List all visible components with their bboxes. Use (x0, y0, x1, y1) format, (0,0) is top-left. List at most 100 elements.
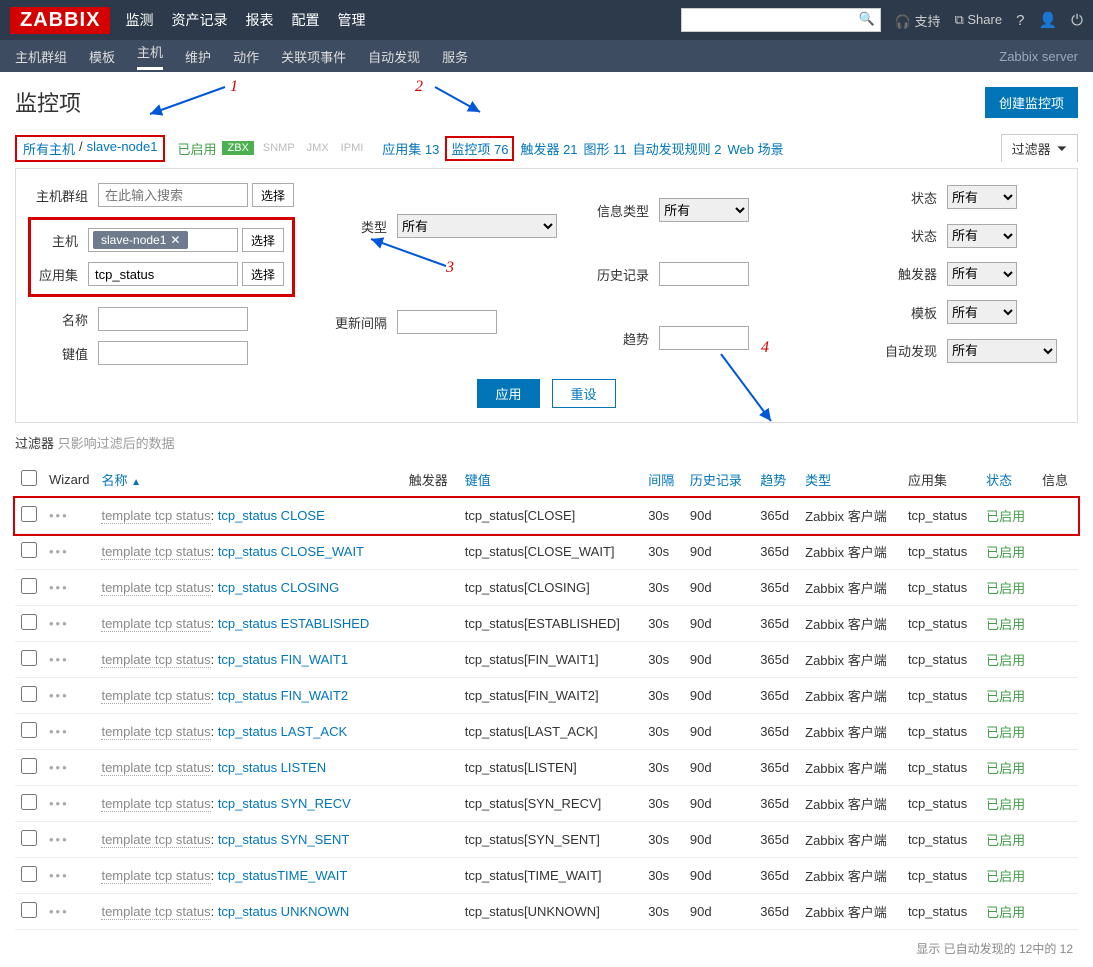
app-input[interactable] (88, 262, 238, 286)
graphs-link[interactable]: 图形 11 (584, 139, 627, 158)
template-prefix[interactable]: template tcp status (101, 904, 210, 920)
status-link[interactable]: 已启用 (986, 689, 1025, 704)
menu-item[interactable]: 配置 (291, 10, 319, 30)
subnav-item[interactable]: 维护 (185, 47, 211, 66)
key-input[interactable] (98, 341, 248, 365)
subnav-item[interactable]: 动作 (233, 47, 259, 66)
state-select[interactable]: 所有 (947, 185, 1017, 209)
template-select[interactable]: 所有 (947, 300, 1017, 324)
app-select-button[interactable]: 选择 (242, 262, 284, 286)
row-checkbox[interactable] (21, 578, 37, 594)
status-link[interactable]: 已启用 (986, 725, 1025, 740)
history-input[interactable] (659, 262, 749, 286)
template-prefix[interactable]: template tcp status (101, 724, 210, 740)
support-link[interactable]: 🎧 支持 (895, 11, 941, 30)
row-checkbox[interactable] (21, 902, 37, 918)
row-checkbox[interactable] (21, 542, 37, 558)
select-all-checkbox[interactable] (21, 470, 37, 486)
hostgroup-input[interactable] (98, 183, 248, 207)
trigger-select[interactable]: 所有 (947, 262, 1017, 286)
status-link[interactable]: 已启用 (986, 509, 1025, 524)
item-name-link[interactable]: tcp_status SYN_SENT (218, 832, 350, 847)
subnav-item[interactable]: 主机群组 (15, 47, 67, 66)
col-key[interactable]: 键值 (465, 473, 491, 488)
col-name[interactable]: 名称 ▲ (101, 473, 141, 488)
subnav-item[interactable]: 主机 (137, 42, 163, 70)
status-select[interactable]: 所有 (947, 224, 1017, 248)
menu-item[interactable]: 资产记录 (171, 10, 227, 30)
all-hosts-link[interactable]: 所有主机 (23, 139, 75, 158)
item-name-link[interactable]: tcp_status CLOSE (218, 508, 325, 523)
wizard-icon[interactable]: ••• (49, 724, 69, 739)
discovery-select[interactable]: 所有 (947, 339, 1057, 363)
subnav-item[interactable]: 服务 (442, 47, 468, 66)
logo[interactable]: ZABBIX (10, 7, 110, 34)
item-name-link[interactable]: tcp_status CLOSING (218, 580, 339, 595)
subnav-item[interactable]: 自动发现 (368, 47, 420, 66)
user-icon[interactable]: 👤 (1038, 11, 1057, 29)
item-name-link[interactable]: tcp_status LAST_ACK (218, 724, 347, 739)
status-link[interactable]: 已启用 (986, 545, 1025, 560)
share-link[interactable]: ⧉ Share (954, 12, 1002, 28)
host-pill[interactable]: slave-node1 ✕ (93, 231, 188, 249)
web-link[interactable]: Web 场景 (727, 139, 783, 158)
status-link[interactable]: 已启用 (986, 905, 1025, 920)
template-prefix[interactable]: template tcp status (101, 868, 210, 884)
infotype-select[interactable]: 所有 (659, 198, 749, 222)
help-icon[interactable]: ? (1016, 12, 1024, 29)
row-checkbox[interactable] (21, 830, 37, 846)
col-trends[interactable]: 趋势 (760, 473, 786, 488)
status-link[interactable]: 已启用 (986, 617, 1025, 632)
subnav-item[interactable]: 模板 (89, 47, 115, 66)
menu-item[interactable]: 报表 (245, 10, 273, 30)
wizard-icon[interactable]: ••• (49, 580, 69, 595)
name-input[interactable] (98, 307, 248, 331)
triggers-link[interactable]: 触发器 21 (520, 139, 577, 158)
row-checkbox[interactable] (21, 650, 37, 666)
template-prefix[interactable]: template tcp status (101, 760, 210, 776)
item-name-link[interactable]: tcp_status FIN_WAIT1 (218, 652, 348, 667)
search-input[interactable] (681, 8, 881, 32)
item-name-link[interactable]: tcp_statusTIME_WAIT (218, 868, 348, 883)
apps-link[interactable]: 应用集 13 (382, 139, 439, 158)
host-select-button[interactable]: 选择 (242, 228, 284, 252)
menu-item[interactable]: 管理 (337, 10, 365, 30)
status-link[interactable]: 已启用 (986, 761, 1025, 776)
wizard-icon[interactable]: ••• (49, 508, 69, 523)
row-checkbox[interactable] (21, 614, 37, 630)
filter-tab[interactable]: 过滤器 ⏷ (1001, 134, 1078, 162)
item-name-link[interactable]: tcp_status FIN_WAIT2 (218, 688, 348, 703)
status-link[interactable]: 已启用 (986, 653, 1025, 668)
trends-input[interactable] (659, 326, 749, 350)
template-prefix[interactable]: template tcp status (101, 580, 210, 596)
wizard-icon[interactable]: ••• (49, 832, 69, 847)
template-prefix[interactable]: template tcp status (101, 832, 210, 848)
wizard-icon[interactable]: ••• (49, 688, 69, 703)
wizard-icon[interactable]: ••• (49, 868, 69, 883)
item-name-link[interactable]: tcp_status LISTEN (218, 760, 326, 775)
template-prefix[interactable]: template tcp status (101, 796, 210, 812)
status-link[interactable]: 已启用 (986, 797, 1025, 812)
close-icon[interactable]: ✕ (170, 233, 180, 247)
row-checkbox[interactable] (21, 794, 37, 810)
status-link[interactable]: 已启用 (986, 833, 1025, 848)
items-link[interactable]: 监控项 76 (445, 136, 514, 161)
wizard-icon[interactable]: ••• (49, 796, 69, 811)
interval-input[interactable] (397, 310, 497, 334)
wizard-icon[interactable]: ••• (49, 616, 69, 631)
col-interval[interactable]: 间隔 (648, 473, 674, 488)
row-checkbox[interactable] (21, 866, 37, 882)
row-checkbox[interactable] (21, 722, 37, 738)
menu-item[interactable]: 监测 (125, 10, 153, 30)
wizard-icon[interactable]: ••• (49, 904, 69, 919)
template-prefix[interactable]: template tcp status (101, 616, 210, 632)
discovery-link[interactable]: 自动发现规则 2 (633, 139, 722, 158)
template-prefix[interactable]: template tcp status (101, 652, 210, 668)
reset-button[interactable]: 重设 (552, 379, 616, 408)
status-link[interactable]: 已启用 (986, 581, 1025, 596)
type-select[interactable]: 所有 (397, 214, 557, 238)
apply-button[interactable]: 应用 (477, 379, 539, 408)
item-name-link[interactable]: tcp_status SYN_RECV (218, 796, 351, 811)
col-type[interactable]: 类型 (805, 473, 831, 488)
wizard-icon[interactable]: ••• (49, 760, 69, 775)
